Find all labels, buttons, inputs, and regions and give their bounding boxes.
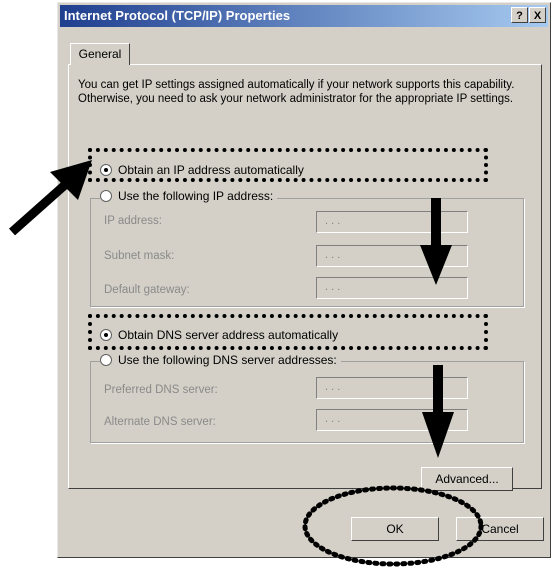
annotation-overlay [9,160,484,567]
ok-highlight-ellipse [302,485,484,567]
tab-general[interactable]: General [70,43,130,65]
arrow-right-icon [9,160,92,236]
arrow-down-icon [422,365,454,458]
arrow-down-icon [420,198,452,285]
